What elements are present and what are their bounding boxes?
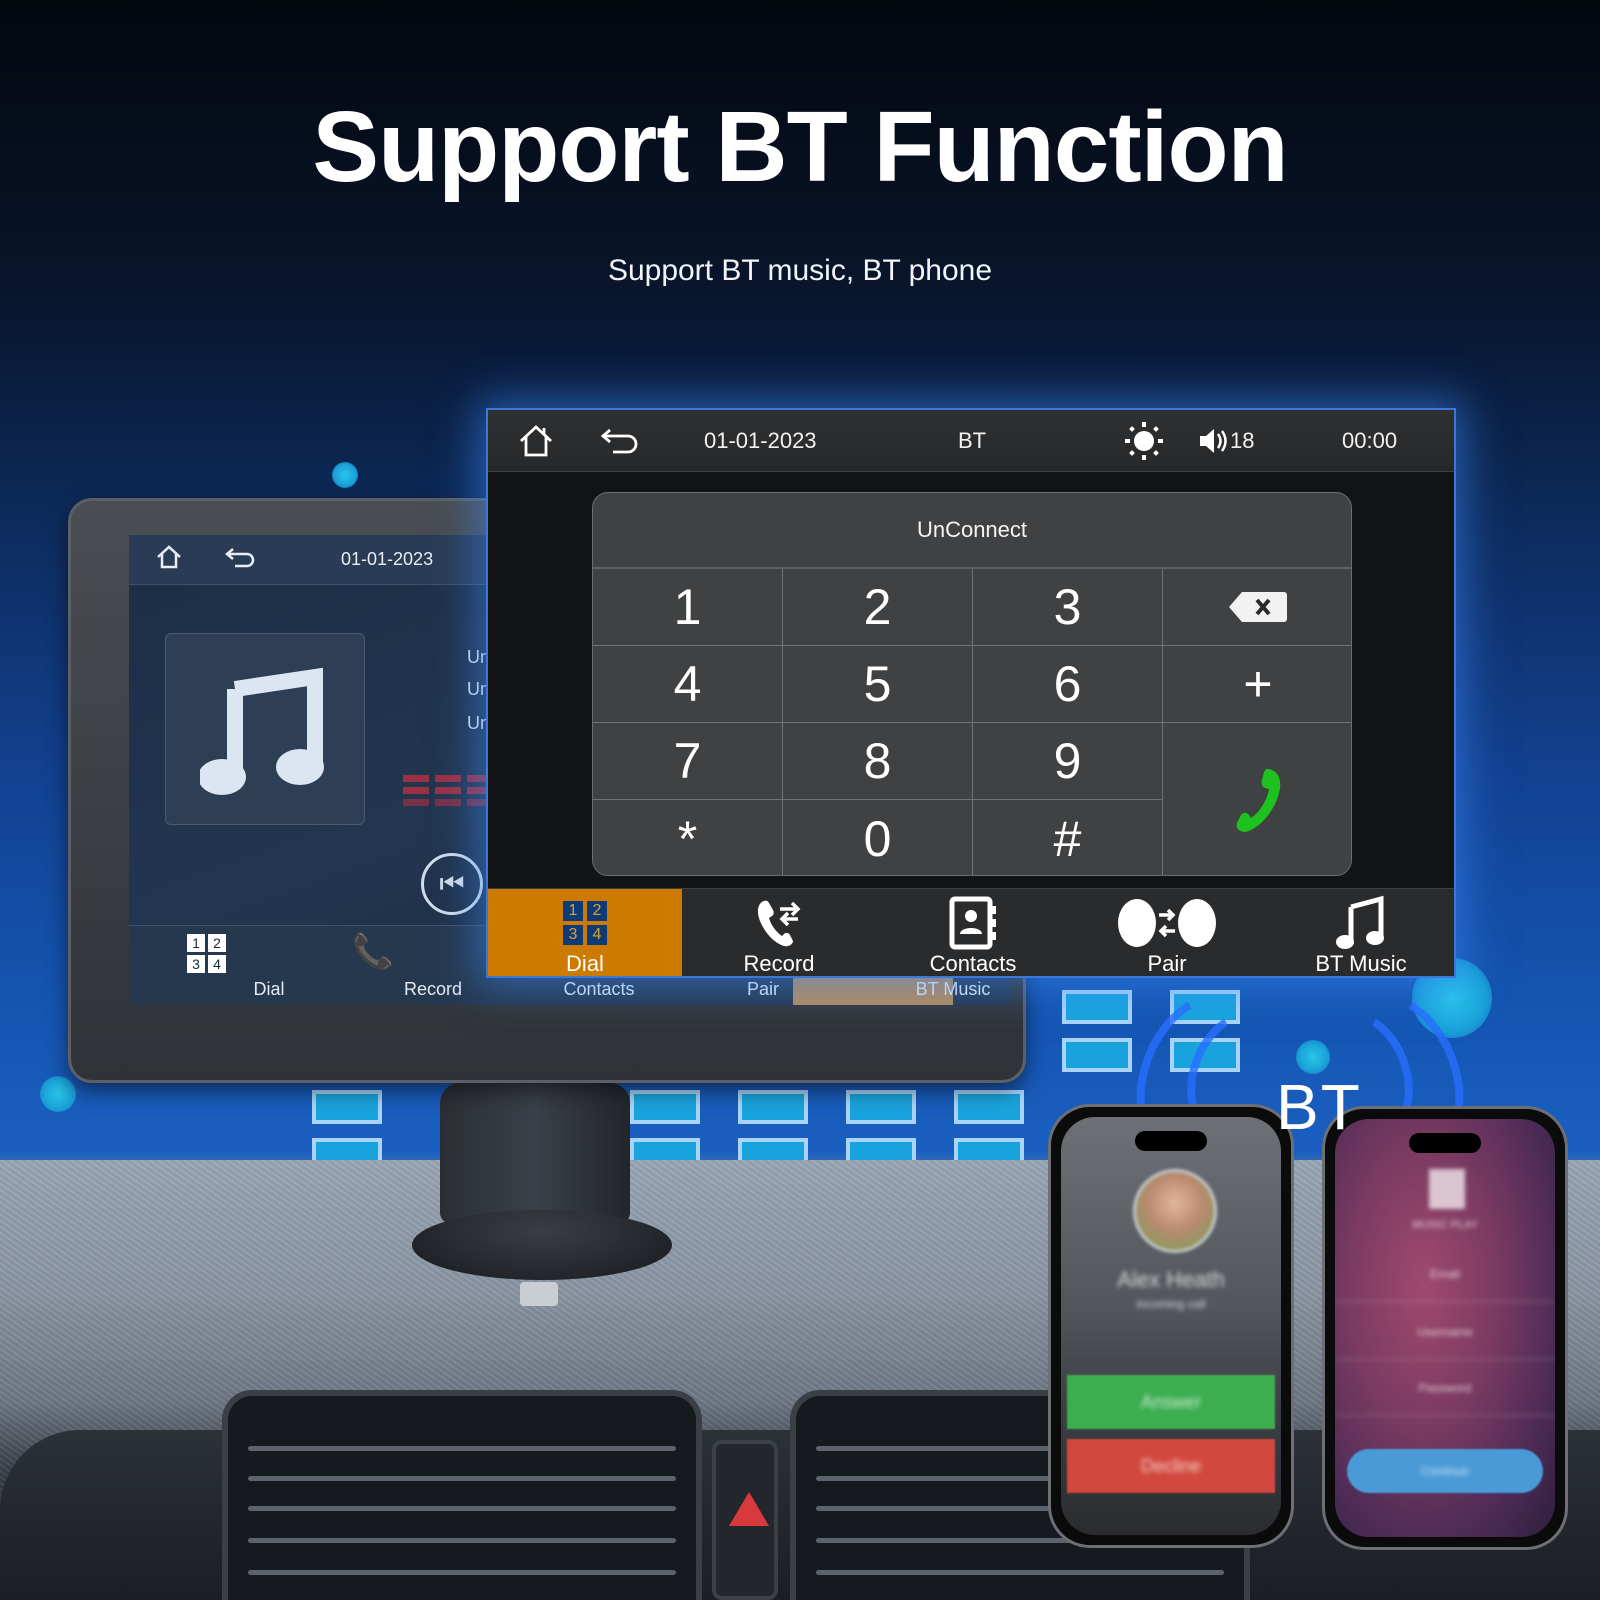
bt-dialer-screen: 01-01-2023 BT 18 00:00 UnConnect 1 2 3 4… [486, 408, 1456, 978]
hazard-button [712, 1440, 778, 1600]
pair-icon [1118, 899, 1216, 947]
key-7[interactable]: 7 [593, 723, 783, 800]
music-app-screen: MUSIC PLAY Email Username Password Conti… [1335, 1119, 1555, 1537]
tab-contacts-label: Contacts [929, 951, 1017, 976]
bt-nav-bar: 12 34 Dial Record Contacts Pair BT Music [488, 888, 1454, 976]
tab-bt-music-label: BT Music [1315, 951, 1407, 976]
clock: 00:00 [1342, 428, 1398, 453]
date-label: 01-01-2023 [704, 428, 817, 453]
email-field[interactable]: Email [1335, 1267, 1555, 1302]
tab-record-label: Record [743, 951, 815, 976]
username-field[interactable]: Username [1335, 1325, 1555, 1360]
decor-dot [40, 1076, 76, 1112]
tab-dial[interactable]: 12 34 Dial [488, 889, 682, 976]
music-note-icon [1336, 895, 1384, 949]
key-2[interactable]: 2 [783, 569, 973, 646]
dynamic-island [1409, 1133, 1481, 1153]
key-8[interactable]: 8 [783, 723, 973, 800]
mode-label: BT [958, 428, 987, 453]
key-3[interactable]: 3 [973, 569, 1163, 646]
key-star[interactable]: * [593, 800, 783, 875]
key-hash[interactable]: # [973, 800, 1163, 875]
volume-value: 18 [1230, 428, 1255, 453]
tab-contacts[interactable]: Contacts [876, 889, 1070, 976]
app-name: MUSIC PLAY [1412, 1219, 1478, 1231]
key-6[interactable]: 6 [973, 646, 1163, 723]
volume-button[interactable]: 18 [1198, 410, 1254, 472]
key-5[interactable]: 5 [783, 646, 973, 723]
smartphone-music: MUSIC PLAY Email Username Password Conti… [1322, 1106, 1568, 1550]
dialpad: UnConnect 1 2 3 4 5 6 + 7 8 9 * 0 # [592, 492, 1352, 876]
brightness-button[interactable] [1124, 410, 1164, 472]
call-log-icon: 📞 [351, 933, 395, 971]
decor-dot [332, 462, 358, 488]
password-field[interactable]: Password [1335, 1381, 1555, 1416]
decline-button[interactable]: Decline [1067, 1439, 1275, 1493]
call-status: incoming call [1136, 1297, 1206, 1311]
caller-name: Alex Heath [1117, 1267, 1225, 1292]
key-4[interactable]: 4 [593, 646, 783, 723]
sun-icon [1125, 422, 1163, 460]
dialpad-grid-icon: 12 34 [563, 901, 607, 945]
call-log-icon [757, 900, 801, 947]
answer-button[interactable]: Answer [1067, 1375, 1275, 1429]
app-logo [1429, 1169, 1465, 1209]
backspace-button[interactable] [1163, 569, 1351, 646]
previous-track-button[interactable]: ⏮ [421, 853, 483, 915]
suction-release-tab [520, 1282, 558, 1306]
headline-title: Support BT Function [312, 91, 1288, 203]
hazard-icon [729, 1492, 769, 1526]
date-label: 01-01-2023 [341, 549, 434, 569]
connection-status: UnConnect [593, 493, 1351, 569]
tab-pair[interactable]: Pair [1070, 889, 1264, 976]
rewind-icon: ⏮ [439, 867, 465, 899]
tab-bt-music[interactable]: BT Music [1264, 889, 1454, 976]
contacts-book-icon [949, 896, 996, 950]
tab-pair-label: Pair [1147, 951, 1187, 976]
backspace-icon [1229, 592, 1287, 622]
back-tab-dial[interactable]: 12 34 Dial [149, 926, 285, 1005]
suction-mount-base [412, 1210, 672, 1280]
dynamic-island [1135, 1131, 1207, 1151]
headline-subtitle: Support BT music, BT phone [607, 254, 993, 287]
phone-call-icon [1236, 769, 1281, 832]
tab-record[interactable]: Record [682, 889, 876, 976]
speaker-icon [1200, 429, 1227, 453]
music-note-icon [200, 667, 324, 795]
back-tab-record[interactable]: 📞 Record [313, 926, 462, 1005]
suction-mount-arm [440, 1083, 630, 1223]
caller-avatar [1133, 1169, 1217, 1253]
call-screen: Alex Heath incoming call Answer Decline [1061, 1117, 1281, 1535]
key-9[interactable]: 9 [973, 723, 1163, 800]
status-bar: 01-01-2023 BT 18 00:00 [488, 410, 1454, 472]
key-plus[interactable]: + [1163, 646, 1351, 723]
home-icon[interactable] [155, 544, 195, 575]
key-0[interactable]: 0 [783, 800, 973, 875]
dialpad-grid-icon: 12 34 [187, 934, 226, 973]
air-vent-left [222, 1390, 702, 1600]
smartphone-call: Alex Heath incoming call Answer Decline [1048, 1104, 1294, 1548]
call-button[interactable] [1163, 723, 1351, 875]
back-button[interactable] [600, 410, 640, 472]
home-button[interactable] [518, 410, 554, 472]
back-arrow-icon [600, 428, 638, 454]
continue-button[interactable]: Continue [1347, 1449, 1543, 1493]
home-icon [520, 425, 552, 457]
tab-dial-label: Dial [566, 951, 604, 976]
bt-label: BT [1276, 1071, 1362, 1143]
key-1[interactable]: 1 [593, 569, 783, 646]
back-arrow-icon[interactable] [225, 546, 265, 573]
album-art [165, 633, 365, 825]
